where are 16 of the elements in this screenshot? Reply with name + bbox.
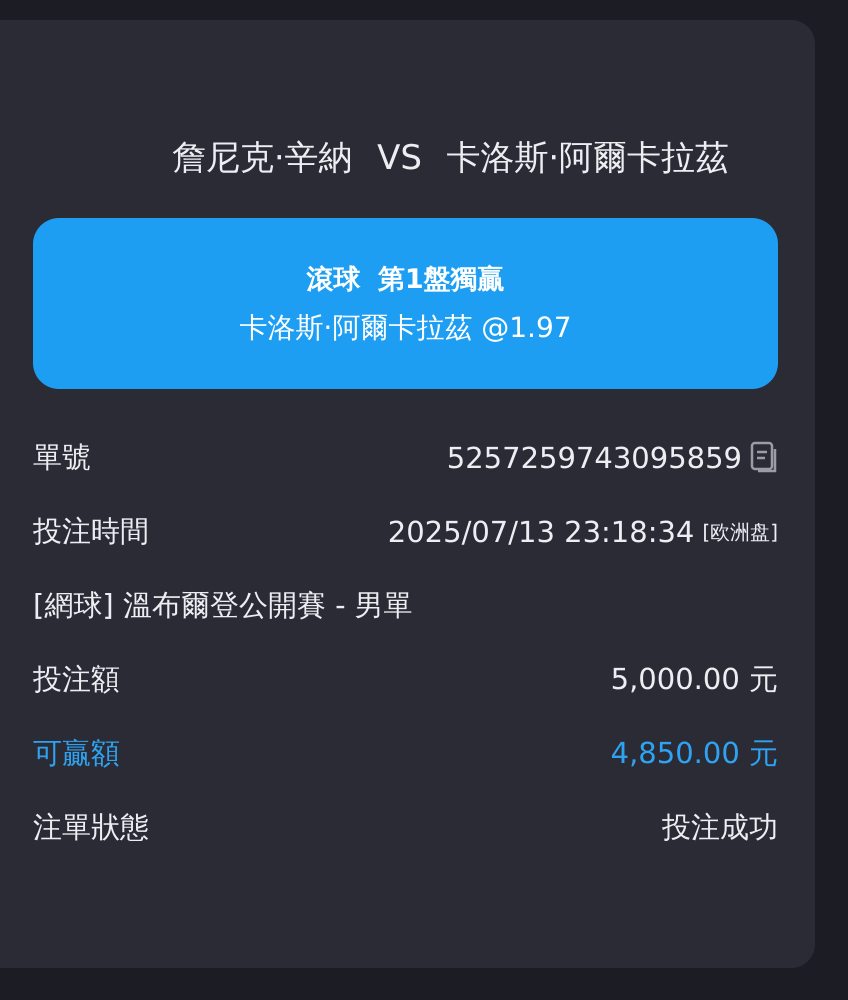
- detail-label: 可贏額: [33, 735, 120, 772]
- match-title: 詹尼克·辛納 VS 卡洛斯·阿爾卡拉茲: [170, 137, 730, 180]
- detail-value: 5257259743095859: [446, 441, 742, 475]
- market-label: 滾球 第1盤獨贏: [306, 262, 505, 296]
- detail-label: 單號: [33, 439, 91, 476]
- detail-label: 注單狀態: [33, 809, 149, 846]
- detail-value: 2025/07/13 23:18:34: [388, 515, 694, 549]
- selection-label: 卡洛斯·阿爾卡拉茲 @1.97: [239, 310, 572, 346]
- detail-label: 投注時間: [33, 513, 149, 550]
- detail-value: 5,000.00 元: [610, 661, 778, 698]
- detail-value: 投注成功: [662, 809, 778, 846]
- copy-icon[interactable]: [750, 441, 778, 475]
- league-label: [網球] 溫布爾登公開賽 - 男單: [33, 587, 413, 624]
- detail-value: 4,850.00 元: [610, 735, 778, 772]
- odds-type-tag: [欧洲盘]: [702, 518, 778, 546]
- detail-label: 投注額: [33, 661, 120, 698]
